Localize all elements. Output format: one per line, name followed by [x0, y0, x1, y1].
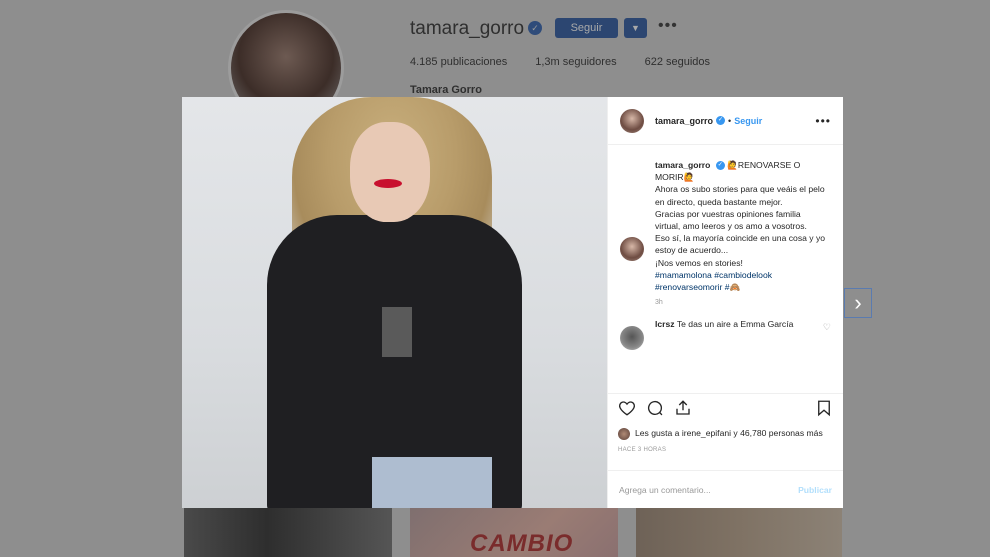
add-comment-bar: Agrega un comentario... Publicar — [608, 470, 843, 508]
profile-full-name: Tamara Gorro — [410, 84, 482, 96]
post-modal: tamara_gorro ✓ • Seguir ••• tamara_gorro… — [182, 97, 843, 508]
caption-line: Eso sí, la mayoría coincide en una cosa … — [655, 233, 826, 256]
post-time: HACE 3 HORAS — [618, 447, 667, 453]
verified-icon: ✓ — [528, 21, 542, 35]
caption-text: tamara_gorro ✓ 🙋RENOVARSE O MORIR🙋 Ahora… — [655, 159, 827, 293]
profile-username: tamara_gorro — [410, 18, 525, 39]
likes-summary: Les gusta a irene_epifani y 46,780 perso… — [618, 427, 833, 440]
bookmark-icon[interactable] — [815, 399, 833, 422]
more-options-icon[interactable]: ••• — [815, 114, 831, 128]
publish-button[interactable]: Publicar — [798, 485, 832, 495]
commenter-username[interactable]: lcrsz — [655, 319, 675, 329]
post-header: tamara_gorro ✓ • Seguir ••• — [608, 97, 843, 145]
caption-line: Ahora os subo stories para que veáis el … — [655, 184, 825, 207]
caret-down-icon[interactable]: ▼ — [624, 18, 647, 38]
profile-stats: 4.185 publicaciones 1,3m seguidores 622 … — [410, 56, 710, 68]
caption-username[interactable]: tamara_gorro — [655, 160, 710, 170]
photo-shirt — [382, 307, 412, 357]
more-icon[interactable]: ••• — [658, 17, 678, 35]
action-icons — [618, 399, 833, 421]
grid-thumbnail[interactable] — [636, 508, 842, 557]
caption-avatar[interactable] — [620, 237, 644, 261]
followers-count[interactable]: 1,3m seguidores — [535, 56, 616, 68]
grid-thumbnail[interactable] — [184, 508, 392, 557]
comment-icon[interactable] — [646, 399, 664, 422]
caption-time: 3h — [655, 299, 663, 307]
liker-avatar — [618, 428, 630, 440]
comment-text: lcrsz Te das un aire a Emma García — [655, 318, 805, 330]
photo-jeans — [372, 457, 492, 508]
thumbnail-text: CAMBIO — [470, 530, 574, 557]
photo-face — [350, 122, 430, 222]
author-avatar[interactable] — [620, 108, 644, 133]
verified-icon: ✓ — [715, 161, 725, 171]
comments-area[interactable]: tamara_gorro ✓ 🙋RENOVARSE O MORIR🙋 Ahora… — [608, 145, 843, 393]
posts-count: 4.185 publicaciones — [410, 56, 508, 68]
next-post-arrow[interactable]: › — [844, 288, 872, 318]
comment-input[interactable]: Agrega un comentario... — [619, 485, 711, 495]
like-icon[interactable] — [618, 399, 636, 422]
post-actions: Les gusta a irene_epifani y 46,780 perso… — [608, 393, 843, 453]
post-sidebar: tamara_gorro ✓ • Seguir ••• tamara_gorro… — [607, 97, 843, 508]
share-icon[interactable] — [674, 399, 692, 422]
comment-like-icon[interactable]: ♡ — [823, 322, 831, 333]
caption: tamara_gorro ✓ 🙋RENOVARSE O MORIR🙋 Ahora… — [620, 159, 831, 293]
likes-text[interactable]: Les gusta a irene_epifani y 46,780 perso… — [635, 427, 823, 440]
follow-link[interactable]: Seguir — [734, 116, 762, 126]
profile-follow-button[interactable]: Seguir — [555, 18, 618, 38]
caption-hashtags[interactable]: #mamamolona #cambiodelook #renovarseomor… — [655, 270, 772, 292]
caption-line: ¡Nos vemos en stories! — [655, 257, 743, 268]
comment-body: Te das un aire a Emma García — [676, 319, 794, 330]
comment-item: lcrsz Te das un aire a Emma García ♡ — [620, 318, 831, 351]
author-username[interactable]: tamara_gorro — [655, 116, 713, 126]
commenter-avatar[interactable] — [620, 326, 644, 351]
photo-lips — [374, 179, 402, 188]
caption-line: Gracias por vuestras opiniones familia v… — [655, 208, 807, 232]
following-count[interactable]: 622 seguidos — [645, 56, 710, 68]
separator-dot: • — [728, 115, 732, 126]
post-photo[interactable] — [182, 97, 607, 508]
verified-icon: ✓ — [716, 116, 726, 125]
